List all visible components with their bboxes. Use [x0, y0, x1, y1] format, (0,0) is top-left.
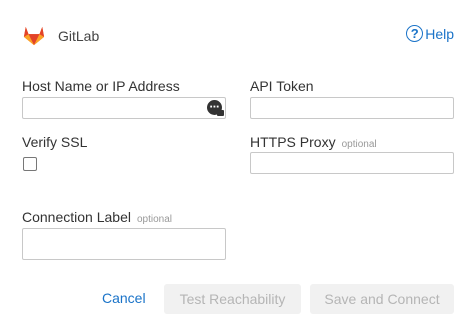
- connection-label-input[interactable]: [22, 228, 226, 260]
- test-reachability-button[interactable]: Test Reachability: [164, 284, 301, 314]
- cancel-button[interactable]: Cancel: [102, 290, 146, 306]
- connection-label-text: Connection Label: [22, 209, 131, 225]
- https-proxy-label: HTTPS Proxy optional: [250, 134, 377, 150]
- verify-ssl-checkbox[interactable]: [23, 157, 37, 171]
- host-label: Host Name or IP Address: [22, 78, 180, 94]
- help-circle-icon: ?: [406, 25, 424, 42]
- connection-label-label: Connection Label optional: [22, 209, 172, 225]
- help-label: Help: [425, 25, 454, 42]
- lock-icon: [217, 110, 224, 116]
- https-proxy-label-text: HTTPS Proxy: [250, 134, 336, 150]
- optional-tag: optional: [136, 214, 173, 225]
- verify-ssl-label: Verify SSL: [22, 134, 88, 150]
- optional-tag: optional: [341, 139, 377, 150]
- https-proxy-input[interactable]: [250, 152, 454, 174]
- save-and-connect-button[interactable]: Save and Connect: [310, 284, 454, 314]
- api-token-input[interactable]: [250, 97, 454, 119]
- gitlab-logo-icon: [23, 26, 45, 46]
- help-link[interactable]: ? Help: [406, 25, 454, 42]
- api-token-label: API Token: [250, 78, 314, 94]
- app-name: GitLab: [58, 28, 100, 44]
- host-input[interactable]: [22, 97, 226, 119]
